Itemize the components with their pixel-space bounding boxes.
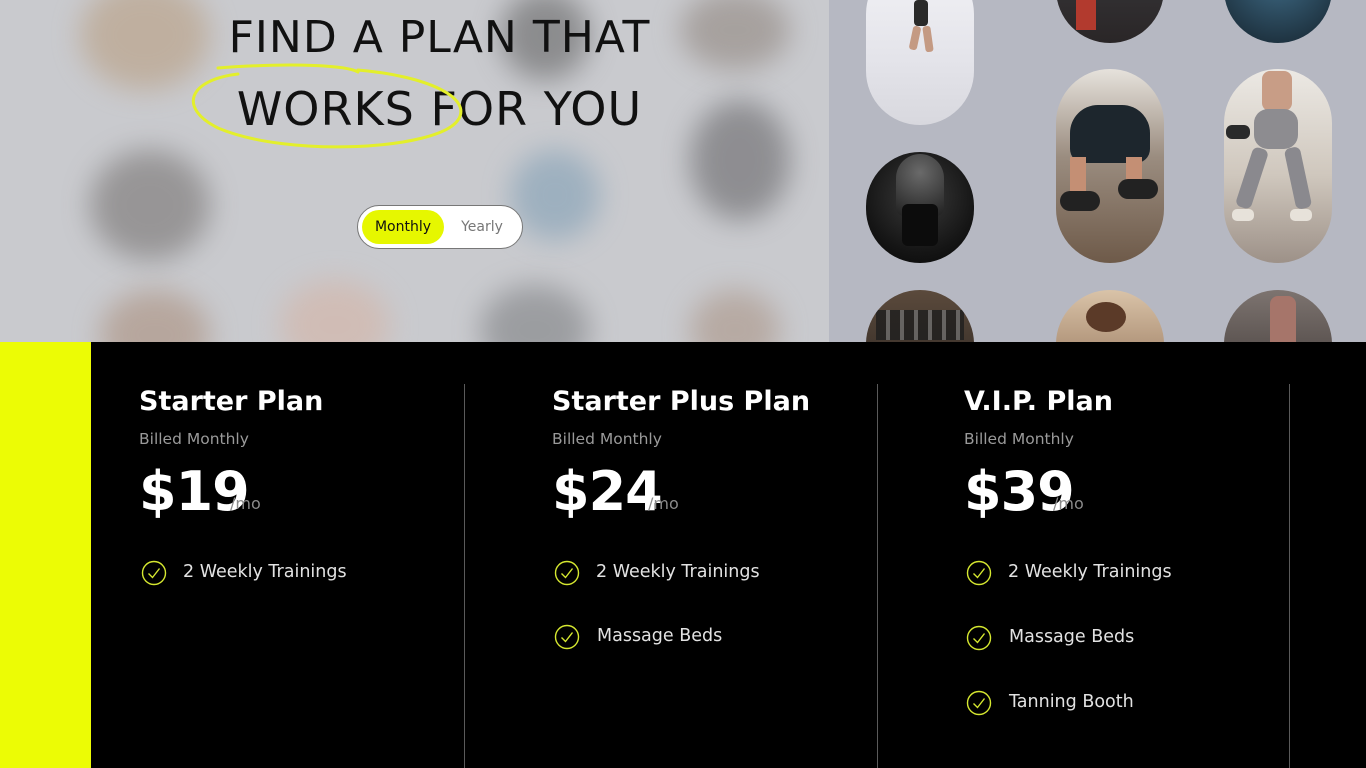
toggle-option-yearly[interactable]: Yearly [444,210,520,244]
hero-title-line1: FIND A PLAN THAT [228,12,651,63]
feature-label: Massage Beds [597,626,723,646]
plan-feature: 2 Weekly Trainings [139,558,499,588]
plan-feature: 2 Weekly Trainings [964,558,1324,588]
toggle-option-monthly[interactable]: Monthly [362,210,444,244]
plan-feature: Tanning Booth [964,688,1324,718]
plan-billing: Billed Monthly [964,430,1074,448]
check-circle-icon [966,625,992,651]
plan-billing: Billed Monthly [552,430,662,448]
plan-price: $39 [964,460,1075,523]
plan-name: Starter Plus Plan [552,386,811,417]
plan-card-vip[interactable]: V.I.P. Plan Billed Monthly $39 /mo 2 Wee… [964,342,1344,768]
blurred-photo-bubble [690,290,780,342]
plan-card-starter[interactable]: Starter Plan Billed Monthly $19 /mo 2 We… [139,342,519,768]
gallery-photo-gym-legs [1224,290,1332,342]
check-circle-icon [141,560,167,586]
plan-price: $24 [552,460,663,523]
feature-label: 2 Weekly Trainings [1008,562,1172,582]
plan-period: /mo [230,494,261,513]
blurred-photo-bubble [480,285,590,342]
plan-price: $19 [139,460,250,523]
gallery-photo-lunges-dumbbells [1224,69,1332,263]
check-circle-icon [554,624,580,650]
gallery-photo-blue-gym [1224,0,1332,43]
billing-period-toggle[interactable]: Monthly Yearly [357,205,523,249]
plan-feature: Massage Beds [552,622,912,652]
gallery-photo-pushup-dumbbells [1056,69,1164,263]
blurred-photo-bubble [90,150,210,260]
blurred-photo-bubble [510,150,600,240]
check-circle-icon [966,690,992,716]
feature-label: Tanning Booth [1009,692,1134,712]
feature-label: Massage Beds [1009,627,1135,647]
plan-feature: 2 Weekly Trainings [552,558,912,588]
plan-billing: Billed Monthly [139,430,249,448]
check-circle-icon [554,560,580,586]
plan-feature: Massage Beds [964,623,1324,653]
plan-period: /mo [1053,494,1084,513]
blurred-photo-bubble [100,290,210,342]
feature-label: 2 Weekly Trainings [183,562,347,582]
feature-label: 2 Weekly Trainings [596,562,760,582]
plan-name: Starter Plan [139,386,324,417]
plan-name: V.I.P. Plan [964,386,1113,417]
hero-section: FIND A PLAN THAT WORKS FOR YOU Monthly Y… [0,0,829,342]
accent-sidebar [0,342,91,768]
hero-title-line2: WORKS FOR YOU [236,82,643,136]
gallery-photo-jumping-athlete [866,0,974,125]
photo-gallery [829,0,1366,342]
blurred-photo-bubble [280,280,390,342]
plan-period: /mo [648,494,679,513]
gallery-photo-back-muscles [866,152,974,263]
plan-card-starter-plus[interactable]: Starter Plus Plan Billed Monthly $24 /mo… [552,342,932,768]
pricing-section: Starter Plan Billed Monthly $19 /mo 2 We… [91,342,1366,768]
check-circle-icon [966,560,992,586]
gallery-photo-gym-equipment [1056,0,1164,43]
gallery-photo-stretching [1056,290,1164,342]
gallery-photo-dumbbell-rack [866,290,974,342]
